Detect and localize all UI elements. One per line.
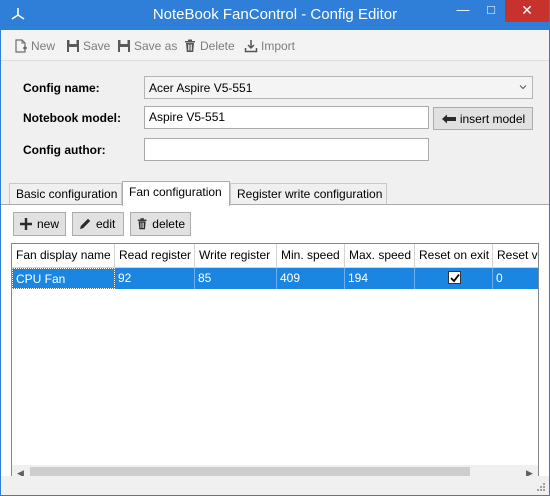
config-name-value: Acer Aspire V5-551 bbox=[149, 81, 253, 95]
config-form: Config name: Acer Aspire V5-551 Notebook… bbox=[1, 61, 549, 181]
column-header-reset-on-exit[interactable]: Reset on exit bbox=[415, 244, 493, 268]
tab-fan-configuration[interactable]: Fan configuration bbox=[122, 181, 230, 206]
chevron-down-icon bbox=[519, 85, 527, 90]
toolbar-new-label: New bbox=[31, 39, 56, 53]
notebook-model-label: Notebook model: bbox=[23, 111, 121, 125]
window-client: New Save Save as Delete Import Config na… bbox=[1, 30, 549, 495]
column-header-reset-value[interactable]: Reset va bbox=[493, 244, 538, 268]
trash-icon bbox=[137, 218, 147, 230]
import-icon bbox=[244, 40, 258, 53]
new-fan-button[interactable]: new bbox=[13, 212, 66, 236]
cell-reset-on-exit bbox=[415, 268, 493, 289]
reset-on-exit-checkbox[interactable] bbox=[448, 271, 461, 284]
minimize-button[interactable]: — bbox=[449, 0, 477, 22]
cell-write-register[interactable]: 85 bbox=[195, 268, 277, 289]
toolbar-import-button[interactable]: Import bbox=[244, 37, 295, 55]
toolbar-delete-label: Delete bbox=[200, 39, 235, 53]
toolbar-delete-button[interactable]: Delete bbox=[183, 37, 235, 55]
toolbar-saveas-label: Save as bbox=[134, 39, 178, 53]
fan-configuration-panel: new edit delete Fan display name Read re… bbox=[1, 204, 549, 495]
cell-max-speed[interactable]: 194 bbox=[345, 268, 415, 289]
new-fan-label: new bbox=[37, 217, 60, 231]
config-name-label: Config name: bbox=[23, 81, 100, 95]
toolbar-save-button[interactable]: Save bbox=[66, 37, 110, 55]
floppy-icon bbox=[67, 40, 79, 52]
trash-icon bbox=[185, 39, 195, 52]
config-author-label: Config author: bbox=[23, 143, 106, 157]
new-document-icon bbox=[15, 39, 27, 53]
table-row[interactable]: CPU Fan 92 85 409 194 0 bbox=[12, 268, 538, 289]
edit-fan-label: edit bbox=[96, 217, 116, 231]
cell-min-speed[interactable]: 409 bbox=[277, 268, 345, 289]
minimize-icon: — bbox=[456, 2, 470, 17]
tab-label: Fan configuration bbox=[129, 185, 222, 199]
maximize-icon: □ bbox=[487, 2, 495, 17]
column-header-fan-display-name[interactable]: Fan display name bbox=[12, 244, 115, 268]
notebook-model-value: Aspire V5-551 bbox=[149, 110, 226, 124]
maximize-button[interactable]: □ bbox=[477, 0, 505, 22]
tab-register-write-configuration[interactable]: Register write configuration bbox=[230, 183, 387, 205]
column-header-write-register[interactable]: Write register bbox=[195, 244, 277, 268]
toolbar-saveas-button[interactable]: Save as bbox=[117, 37, 177, 55]
delete-fan-label: delete bbox=[152, 217, 185, 231]
toolbar-import-label: Import bbox=[261, 39, 296, 53]
fan-configuration-grid[interactable]: Fan display name Read register Write reg… bbox=[11, 243, 539, 483]
toolbar: New Save Save as Delete Import bbox=[1, 30, 549, 60]
notebook-model-input[interactable]: Aspire V5-551 bbox=[144, 106, 429, 129]
cell-reset-value[interactable]: 0 bbox=[493, 268, 538, 289]
close-icon: ✕ bbox=[521, 2, 533, 18]
column-header-max-speed[interactable]: Max. speed bbox=[345, 244, 415, 268]
insert-model-label: insert model bbox=[459, 111, 526, 126]
arrow-left-icon bbox=[441, 114, 456, 123]
close-button[interactable]: ✕ bbox=[505, 0, 549, 22]
column-header-min-speed[interactable]: Min. speed bbox=[277, 244, 345, 268]
cell-fan-display-name[interactable]: CPU Fan bbox=[12, 268, 115, 289]
toolbar-new-button[interactable]: New bbox=[14, 37, 55, 55]
column-header-read-register[interactable]: Read register bbox=[115, 244, 195, 268]
toolbar-save-label: Save bbox=[83, 39, 111, 53]
config-author-input[interactable] bbox=[144, 138, 429, 161]
delete-fan-button[interactable]: delete bbox=[130, 212, 191, 236]
pencil-icon bbox=[80, 218, 91, 229]
tab-label: Basic configuration bbox=[16, 187, 118, 201]
title-bar[interactable]: NoteBook FanControl - Config Editor — □ … bbox=[0, 0, 550, 30]
config-name-combobox[interactable]: Acer Aspire V5-551 bbox=[144, 76, 533, 99]
cell-read-register[interactable]: 92 bbox=[115, 268, 195, 289]
insert-model-button[interactable]: insert model bbox=[433, 107, 533, 130]
grid-header: Fan display name Read register Write reg… bbox=[12, 244, 538, 268]
app-window: NoteBook FanControl - Config Editor — □ … bbox=[0, 0, 550, 496]
tab-strip: Basic configuration Fan configuration Re… bbox=[1, 181, 549, 206]
resize-grip-icon[interactable] bbox=[536, 482, 546, 492]
edit-fan-button[interactable]: edit bbox=[72, 212, 124, 236]
status-bar bbox=[1, 476, 549, 495]
tab-basic-configuration[interactable]: Basic configuration bbox=[9, 183, 122, 205]
plus-icon bbox=[20, 218, 32, 230]
floppy-icon bbox=[118, 40, 130, 52]
tab-label: Register write configuration bbox=[237, 187, 383, 201]
checkmark-icon bbox=[450, 273, 460, 283]
